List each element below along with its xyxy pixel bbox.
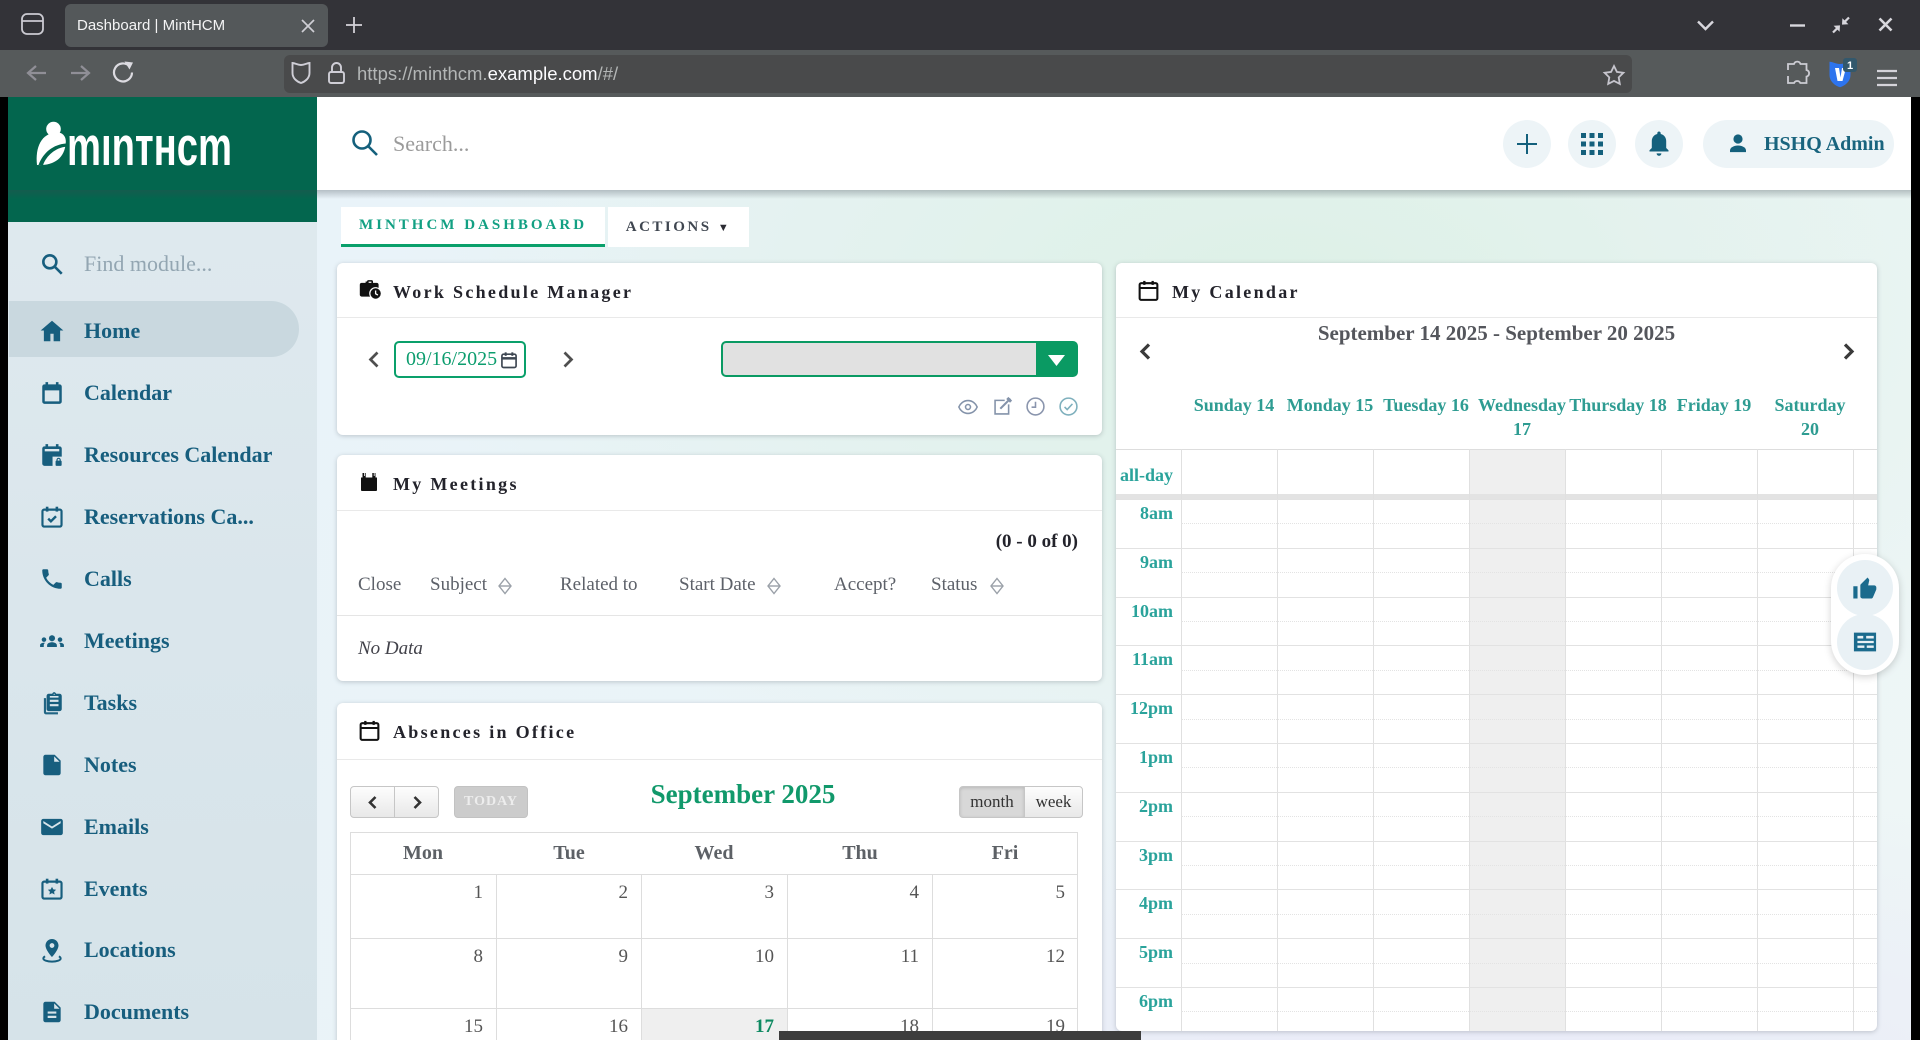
svg-text:1: 1 — [1847, 60, 1853, 72]
